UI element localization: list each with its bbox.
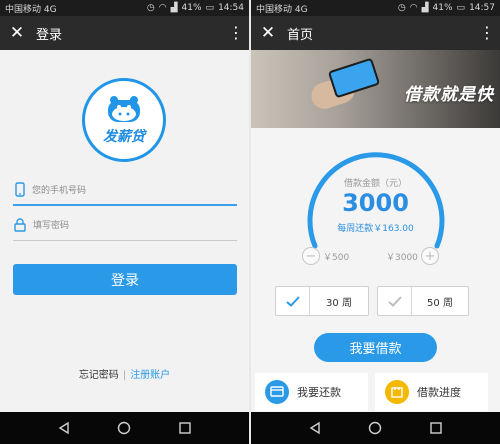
increase-control[interactable]: ￥3000 + xyxy=(386,247,439,265)
min-amount-label: ￥500 xyxy=(323,252,350,263)
phone-placeholder: 您的手机号码 xyxy=(32,185,87,196)
status-bar: 中国移动 4G ◷ ◠ ▟ 41% ▭ 14:57 xyxy=(251,0,500,16)
repay-label: 我要还款 xyxy=(297,386,341,399)
phone-icon xyxy=(15,181,25,197)
term-label: 50 周 xyxy=(427,297,453,309)
title-bar: ✕ 登录 ⋮ xyxy=(0,16,249,50)
term-label: 30 周 xyxy=(326,297,352,309)
alarm-icon: ◷ xyxy=(397,3,406,13)
home-icon[interactable] xyxy=(368,421,382,435)
repay-icon xyxy=(265,380,289,404)
nav-bar xyxy=(251,412,500,444)
signal-icon: ▟ xyxy=(421,3,429,13)
amount-label: 借款金额（元） xyxy=(343,179,407,189)
logo-text: 发薪贷 xyxy=(103,129,145,145)
check-icon xyxy=(276,287,310,315)
term-option-30[interactable]: 30 周 xyxy=(275,286,369,316)
signal-icon: ▟ xyxy=(170,3,178,13)
login-button[interactable]: 登录 xyxy=(13,264,237,295)
close-icon[interactable]: ✕ xyxy=(0,23,34,43)
battery-icon: ▭ xyxy=(205,3,215,13)
repay-tile[interactable]: 我要还款 xyxy=(255,373,368,411)
battery-icon: ▭ xyxy=(456,3,466,13)
phone-image xyxy=(327,57,381,99)
hippo-icon xyxy=(108,96,140,122)
recents-icon[interactable] xyxy=(429,421,443,435)
nav-bar xyxy=(0,412,249,444)
minus-icon[interactable]: − xyxy=(302,247,320,265)
password-placeholder: 填写密码 xyxy=(33,221,70,231)
battery-percent: 41% xyxy=(181,3,202,13)
alarm-icon: ◷ xyxy=(146,3,155,13)
lock-icon xyxy=(14,217,26,232)
loan-amount: 3000 xyxy=(342,189,409,217)
wifi-icon: ◠ xyxy=(409,3,418,13)
back-icon[interactable] xyxy=(57,421,71,435)
progress-icon xyxy=(385,380,409,404)
carrier-text: 中国移动 4G xyxy=(256,4,308,15)
clock-text: 14:57 xyxy=(469,3,495,13)
phone-field[interactable]: 您的手机号码 xyxy=(13,174,237,206)
link-separator: | xyxy=(122,370,127,381)
clock-text: 14:54 xyxy=(218,3,244,13)
page-title: 首页 xyxy=(287,27,314,43)
carrier-text: 中国移动 4G xyxy=(5,4,57,15)
login-screen: 中国移动 4G ◷ ◠ ▟ 41% ▭ 14:54 ✕ 登录 ⋮ 发薪贷 您的手… xyxy=(0,0,249,444)
more-icon[interactable]: ⋮ xyxy=(223,25,249,41)
back-icon[interactable] xyxy=(308,421,322,435)
borrow-button[interactable]: 我要借款 xyxy=(314,333,437,362)
page-title: 登录 xyxy=(36,27,63,43)
home-screen: 中国移动 4G ◷ ◠ ▟ 41% ▭ 14:57 ✕ 首页 ⋮ 借款就是快 借… xyxy=(251,0,500,444)
account-links: 忘记密码 | 注册账户 xyxy=(0,366,249,381)
register-link[interactable]: 注册账户 xyxy=(130,370,170,381)
max-amount-label: ￥3000 xyxy=(386,252,418,263)
promo-banner[interactable]: 借款就是快 xyxy=(251,50,500,128)
forgot-password-link[interactable]: 忘记密码 xyxy=(79,370,119,381)
weekly-repayment: 每周还款￥163.00 xyxy=(337,224,414,234)
term-option-50[interactable]: 50 周 xyxy=(377,286,469,316)
progress-tile[interactable]: 借款进度 xyxy=(375,373,488,411)
title-bar: ✕ 首页 ⋮ xyxy=(251,16,500,50)
app-logo: 发薪贷 xyxy=(82,78,166,162)
home-icon[interactable] xyxy=(117,421,131,435)
plus-icon[interactable]: + xyxy=(420,247,439,265)
banner-slogan: 借款就是快 xyxy=(404,85,494,105)
progress-label: 借款进度 xyxy=(417,386,461,399)
password-field[interactable]: 填写密码 xyxy=(13,209,237,241)
more-icon[interactable]: ⋮ xyxy=(474,25,500,41)
close-icon[interactable]: ✕ xyxy=(251,23,285,43)
decrease-control[interactable]: − ￥500 xyxy=(302,247,349,265)
check-icon xyxy=(378,287,412,315)
recents-icon[interactable] xyxy=(178,421,192,435)
status-bar: 中国移动 4G ◷ ◠ ▟ 41% ▭ 14:54 xyxy=(0,0,249,16)
battery-percent: 41% xyxy=(432,3,453,13)
wifi-icon: ◠ xyxy=(158,3,167,13)
